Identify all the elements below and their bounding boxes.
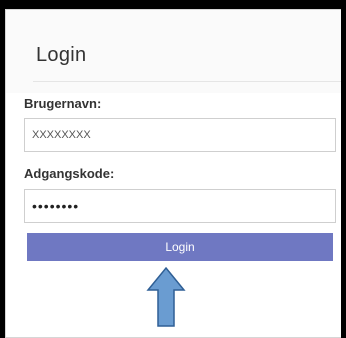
password-label: Adgangskode:: [24, 166, 115, 181]
login-button[interactable]: Login: [27, 233, 333, 261]
title-divider: [33, 81, 341, 82]
username-field[interactable]: XXXXXXXX: [24, 118, 336, 152]
page-title: Login: [36, 44, 87, 66]
username-label: Brugernavn:: [24, 96, 102, 111]
password-field[interactable]: ••••••••: [24, 189, 336, 223]
up-arrow-icon: [146, 266, 186, 327]
